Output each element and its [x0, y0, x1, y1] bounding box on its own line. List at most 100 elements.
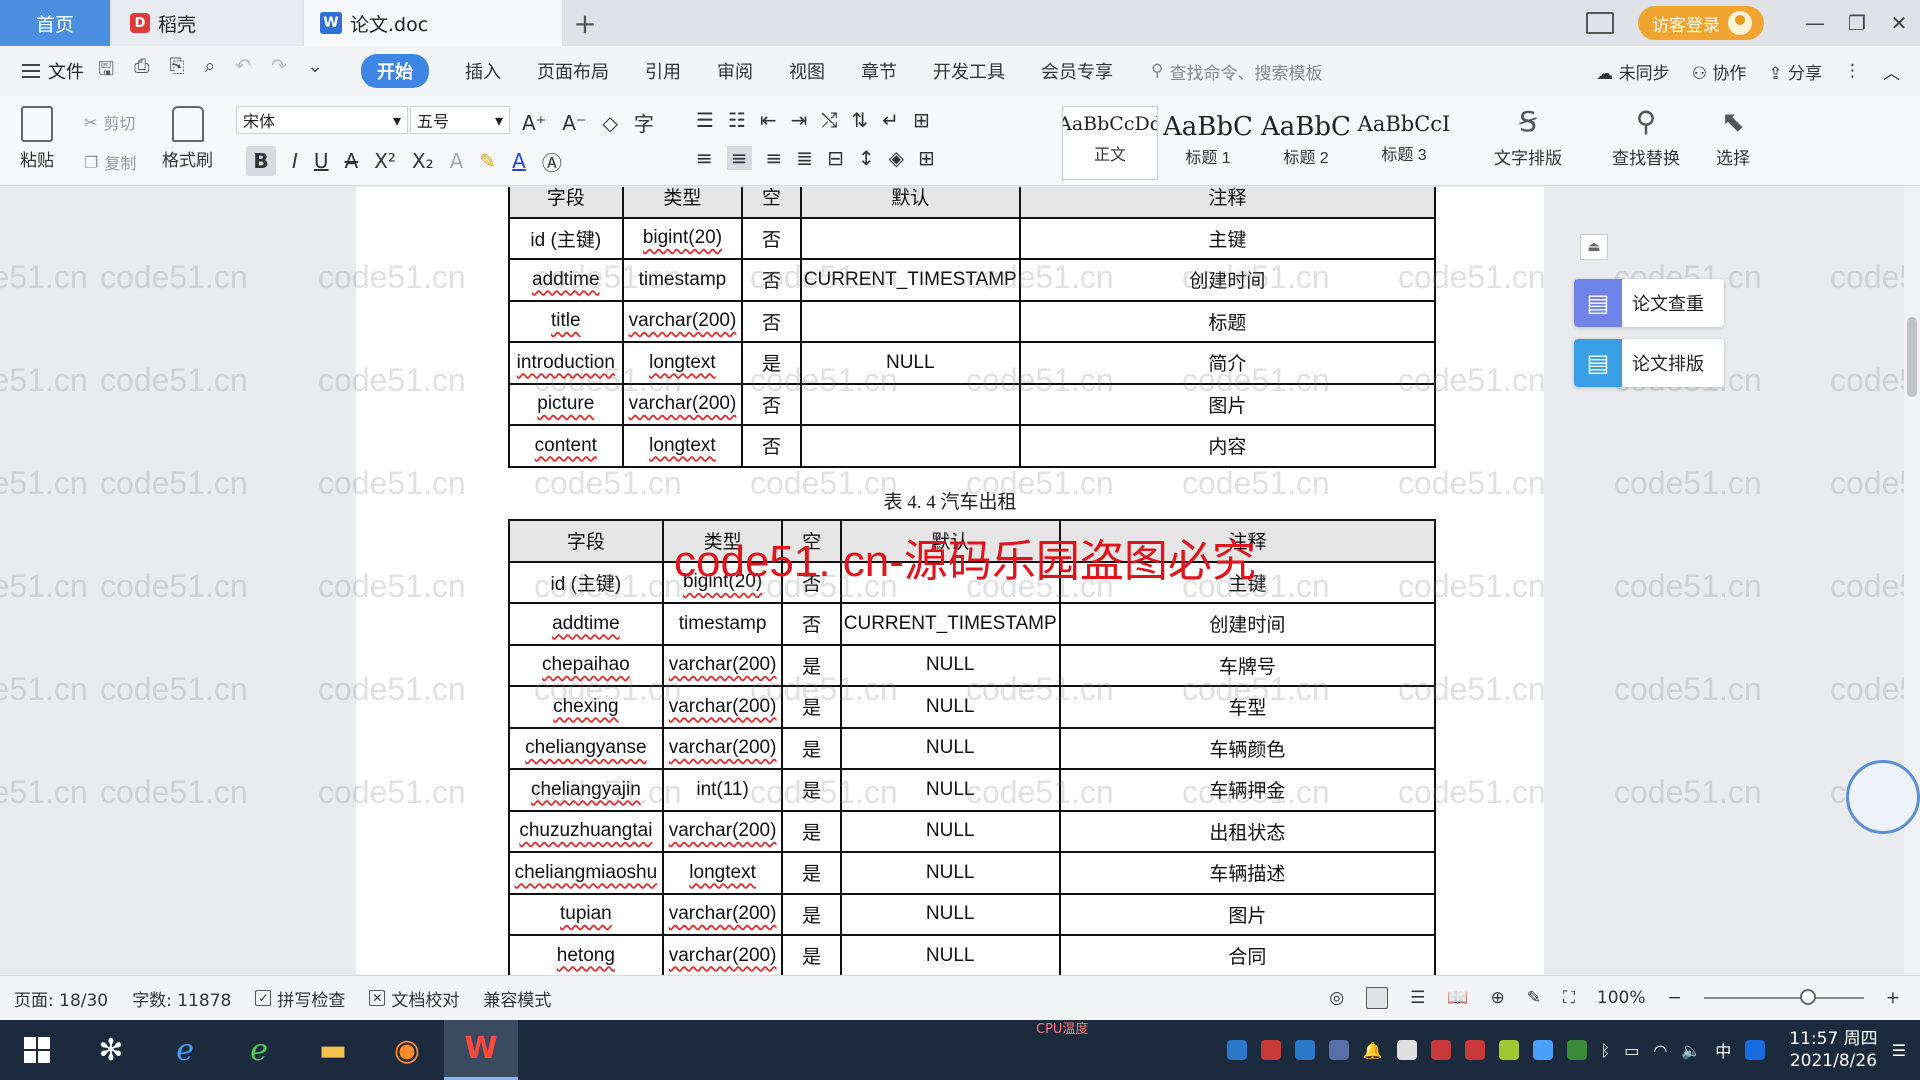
zoom-slider-handle[interactable]: [1799, 989, 1816, 1005]
file-explorer-icon[interactable]: ▬: [296, 1020, 370, 1080]
char-border-icon[interactable]: Ⓐ: [542, 147, 562, 176]
table-cell[interactable]: title: [508, 299, 624, 343]
vertical-scrollbar[interactable]: [1904, 187, 1920, 975]
select-button[interactable]: ⬉ 选择: [1716, 104, 1750, 170]
outdent-icon[interactable]: ⇤: [760, 108, 777, 132]
menu-tab-view[interactable]: 视图: [771, 58, 843, 84]
clear-format-icon[interactable]: ◇: [603, 111, 618, 135]
tab-home[interactable]: 首页: [0, 0, 110, 46]
table-cell[interactable]: varchar(200): [661, 643, 784, 687]
table-cell[interactable]: addtime: [508, 602, 664, 646]
table-cell[interactable]: 内容: [1018, 424, 1437, 468]
spell-check-toggle[interactable]: ✓ 拼写检查: [255, 986, 345, 1011]
table-cell[interactable]: 否: [781, 602, 842, 646]
font-name-select[interactable]: 宋体 ▾: [236, 106, 408, 134]
table-cell[interactable]: 主键: [1018, 216, 1437, 260]
highlight-icon[interactable]: ✎: [479, 149, 496, 173]
justify-icon[interactable]: ≣: [796, 146, 813, 170]
table-cell[interactable]: 车型: [1058, 685, 1437, 729]
copy-button[interactable]: ❐ 复制: [84, 150, 136, 174]
table-cell[interactable]: NULL: [839, 934, 1061, 975]
table-cell[interactable]: NULL: [839, 892, 1061, 936]
numbering-icon[interactable]: ☷: [728, 108, 746, 132]
battery-icon[interactable]: ▭: [1624, 1041, 1639, 1060]
bell-icon[interactable]: 🔔: [1363, 1041, 1383, 1060]
table-cell[interactable]: int(11): [661, 768, 784, 812]
table-cell[interactable]: cheliangyajin: [508, 768, 664, 812]
collaborate-button[interactable]: ⚇ 协作: [1692, 59, 1747, 84]
read-view-icon[interactable]: 📖: [1447, 988, 1468, 1008]
table-cell[interactable]: timestamp: [621, 258, 744, 302]
wifi-icon[interactable]: ◠: [1653, 1041, 1667, 1060]
menu-tab-dev-tools[interactable]: 开发工具: [915, 58, 1023, 84]
assistant-float-button[interactable]: [1846, 760, 1920, 834]
menu-tab-references[interactable]: 引用: [627, 58, 699, 84]
table-cell[interactable]: 创建时间: [1058, 602, 1437, 646]
table-cell[interactable]: cheliangmiaoshu: [508, 851, 664, 895]
table-cell[interactable]: 简介: [1018, 341, 1437, 385]
ie-browser-icon[interactable]: ℯ: [148, 1020, 222, 1080]
game-app-icon[interactable]: ◉: [370, 1020, 444, 1080]
table-cell[interactable]: 合同: [1058, 934, 1437, 975]
table-cell[interactable]: 车辆描述: [1058, 851, 1437, 895]
outline-view-icon[interactable]: ☰: [1410, 988, 1425, 1008]
table-cell[interactable]: 是: [781, 726, 842, 770]
table-cell[interactable]: NULL: [839, 643, 1061, 687]
table-cell[interactable]: introduction: [508, 341, 624, 385]
table-cell[interactable]: NULL: [839, 768, 1061, 812]
format-painter-button[interactable]: 格式刷: [162, 106, 213, 171]
table-tools-icon[interactable]: ⊞: [913, 108, 930, 132]
table-cell[interactable]: [799, 424, 1021, 468]
paper-layout-button[interactable]: ▤ 论文排版: [1574, 339, 1724, 387]
share-button[interactable]: ⇪ 分享: [1768, 59, 1822, 84]
undo-icon[interactable]: ↶: [235, 55, 251, 87]
phonetic-icon[interactable]: 字: [634, 108, 654, 137]
scroll-thumb[interactable]: [1907, 317, 1917, 397]
table-cell[interactable]: id (主键): [508, 560, 664, 604]
table-cell[interactable]: 是: [781, 934, 842, 975]
font-size-select[interactable]: 五号 ▾: [410, 106, 510, 134]
table-cell[interactable]: 是: [781, 809, 842, 853]
table-cell[interactable]: varchar(200): [661, 934, 784, 975]
chevron-down-icon[interactable]: ⌄: [307, 55, 323, 87]
cut-button[interactable]: ✂ 剪切: [84, 110, 135, 134]
find-replace-button[interactable]: ⚲ 查找替换: [1612, 104, 1680, 170]
tab-document[interactable]: W 论文.doc: [304, 0, 562, 46]
table-cell[interactable]: CURRENT_TIMESTAMP: [839, 602, 1061, 646]
eye-protect-icon[interactable]: ◎: [1329, 988, 1344, 1008]
table-cell[interactable]: NULL: [839, 726, 1061, 770]
table-cell[interactable]: varchar(200): [621, 382, 744, 426]
table-cell[interactable]: varchar(200): [661, 726, 784, 770]
more-icon[interactable]: ⋮: [1844, 61, 1861, 81]
table-cell[interactable]: 是: [781, 643, 842, 687]
table-cell[interactable]: picture: [508, 382, 624, 426]
zoom-slider[interactable]: [1703, 989, 1864, 1005]
table-cell[interactable]: varchar(200): [661, 809, 784, 853]
zoom-level[interactable]: 100%: [1597, 988, 1646, 1008]
table-cell[interactable]: [799, 216, 1021, 260]
table-cell[interactable]: longtext: [621, 424, 744, 468]
grow-font-icon[interactable]: A⁺: [522, 111, 546, 135]
tray-app-icon[interactable]: [1294, 1040, 1315, 1060]
tray-app-icon[interactable]: [1464, 1040, 1485, 1060]
table-cell[interactable]: 车牌号: [1058, 643, 1437, 687]
notification-center-icon[interactable]: ☰: [1892, 1041, 1906, 1060]
table-cell[interactable]: 否: [741, 382, 802, 426]
table-cell[interactable]: 否: [741, 216, 802, 260]
table-cell[interactable]: 出租状态: [1058, 809, 1437, 853]
proofread-button[interactable]: ✕ 文档校对: [369, 986, 459, 1011]
table-cell[interactable]: 车辆押金: [1058, 768, 1437, 812]
text-effect-button[interactable]: A: [450, 149, 464, 173]
table-cell[interactable]: varchar(200): [661, 685, 784, 729]
font-color-button[interactable]: A: [512, 149, 526, 173]
table-cell[interactable]: bigint(20): [621, 216, 744, 260]
underline-button[interactable]: U: [314, 149, 329, 173]
tray-app-icon[interactable]: [1328, 1040, 1349, 1060]
table-cell[interactable]: 是: [781, 685, 842, 729]
table-cell[interactable]: 否: [741, 299, 802, 343]
new-tab-button[interactable]: +: [570, 0, 600, 46]
command-search[interactable]: ⚲ 查找命令、搜索模板: [1151, 59, 1322, 84]
line-spacing-icon[interactable]: ↕: [858, 146, 875, 170]
table-cell[interactable]: chexing: [508, 685, 664, 729]
menu-tab-page-layout[interactable]: 页面布局: [519, 58, 627, 84]
